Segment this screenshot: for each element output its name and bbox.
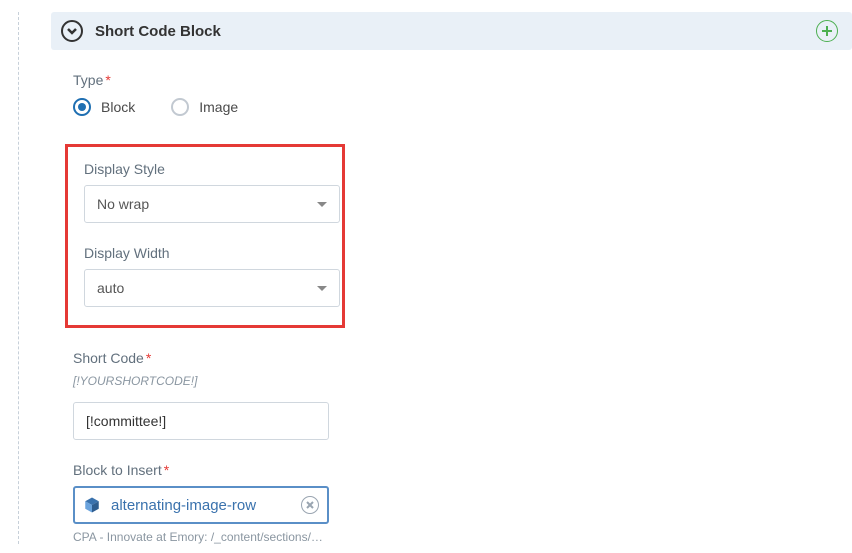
shortcode-label: Short Code* [73, 350, 852, 366]
add-block-button[interactable] [816, 20, 838, 42]
radio-label: Image [199, 99, 238, 115]
shortcode-input[interactable] [73, 402, 329, 440]
shortcode-label-text: Short Code [73, 350, 144, 366]
type-label-text: Type [73, 72, 103, 88]
caret-down-icon [317, 202, 327, 207]
radio-icon [171, 98, 189, 116]
display-width-label: Display Width [84, 245, 326, 261]
chevron-down-icon [66, 25, 78, 37]
block-chip[interactable]: alternating-image-row [73, 486, 329, 524]
radio-icon [73, 98, 91, 116]
type-radio-image[interactable]: Image [171, 98, 238, 116]
display-width-value: auto [97, 280, 124, 296]
display-style-label: Display Style [84, 161, 326, 177]
block-insert-label: Block to Insert* [73, 462, 852, 478]
type-radio-block[interactable]: Block [73, 98, 135, 116]
display-style-select[interactable]: No wrap [84, 185, 340, 223]
block-path: CPA - Innovate at Emory: /_content/secti… [73, 530, 852, 544]
display-style-value: No wrap [97, 196, 149, 212]
highlight-box: Display Style No wrap Display Width auto [65, 144, 345, 328]
shortcode-hint: [!YOURSHORTCODE!] [73, 374, 852, 388]
required-asterisk: * [164, 462, 169, 478]
remove-block-button[interactable] [301, 496, 319, 514]
radio-label: Block [101, 99, 135, 115]
block-chip-label: alternating-image-row [111, 497, 291, 514]
caret-down-icon [317, 286, 327, 291]
required-asterisk: * [146, 350, 151, 366]
type-radio-group: Block Image [73, 98, 852, 116]
collapse-toggle[interactable] [61, 20, 83, 42]
display-width-select[interactable]: auto [84, 269, 340, 307]
plus-icon [821, 25, 833, 37]
section-title: Short Code Block [95, 23, 221, 40]
section-header: Short Code Block [51, 12, 852, 50]
required-asterisk: * [105, 72, 110, 88]
x-icon [305, 500, 315, 510]
type-label: Type* [73, 72, 852, 88]
block-insert-label-text: Block to Insert [73, 462, 162, 478]
cube-icon [83, 496, 101, 514]
